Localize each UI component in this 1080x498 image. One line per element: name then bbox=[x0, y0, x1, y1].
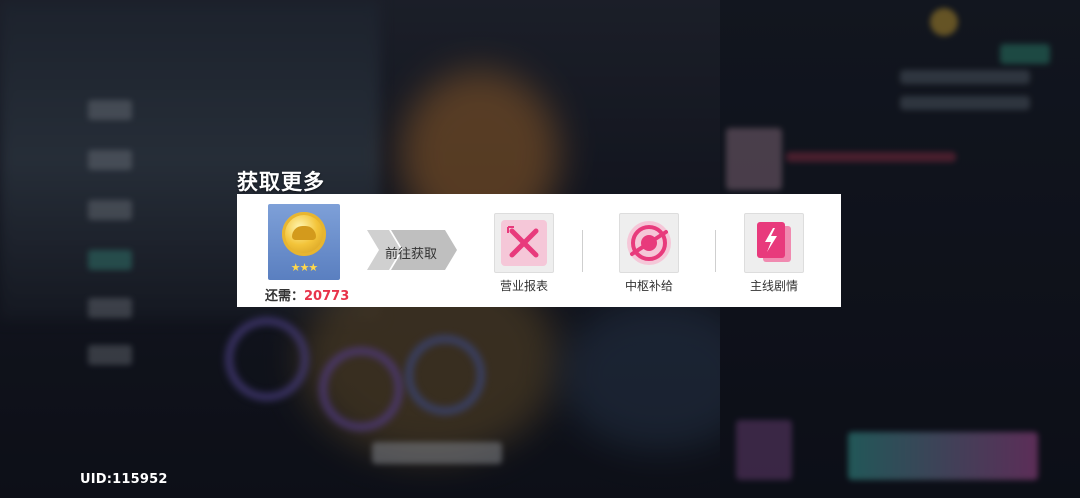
crossed-utensils-icon bbox=[501, 220, 547, 266]
source-icon-box bbox=[619, 213, 679, 273]
required-label: 还需： bbox=[265, 289, 305, 304]
required-value: 20773 bbox=[304, 289, 350, 304]
story-book-icon bbox=[757, 222, 791, 262]
item-card[interactable]: ★★★ bbox=[268, 204, 340, 280]
popup-title: 获取更多 bbox=[237, 170, 325, 194]
source-label: 主线剧情 bbox=[749, 279, 798, 293]
divider bbox=[582, 230, 583, 272]
required-amount: 还需：20773 bbox=[265, 285, 349, 304]
goto-label: 前往获取 bbox=[385, 247, 438, 262]
source-icon-box bbox=[494, 213, 554, 273]
supply-stamp-icon bbox=[627, 221, 671, 265]
gold-coin-icon bbox=[282, 212, 326, 256]
get-more-popup: ★★★ 还需：20773 前往获取 营业报表 中枢补给 主线剧情 bbox=[237, 194, 841, 307]
user-id: UID:115952 bbox=[80, 472, 168, 487]
rarity-stars: ★★★ bbox=[290, 261, 319, 274]
source-label: 中枢补给 bbox=[624, 279, 673, 293]
divider bbox=[715, 230, 716, 272]
source-icon-box bbox=[744, 213, 804, 273]
source-label: 营业报表 bbox=[499, 279, 548, 293]
